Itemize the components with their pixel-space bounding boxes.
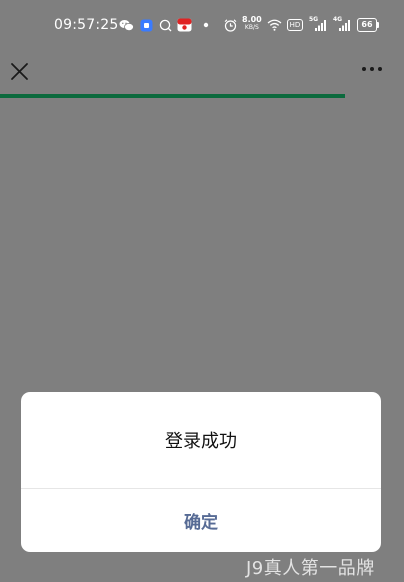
battery-icon: 66 [357,18,379,32]
app-blue-icon [139,17,153,33]
close-icon [11,63,28,80]
alarm-icon [223,17,237,33]
close-button[interactable] [6,56,34,84]
confirm-button[interactable]: 确定 [21,489,381,552]
success-dialog: 登录成功 确定 [21,392,381,552]
wifi-icon [266,17,282,33]
progress-fill [0,94,346,98]
hd-badge: HD [286,17,304,33]
red-app-icon [176,17,192,33]
watermark-text: J9真人第一品牌 [246,558,375,579]
dialog-message: 登录成功 [165,431,237,452]
more-button[interactable] [358,58,386,80]
status-bar: 09:57:25 8.00 KB/S HD 5G 4G 66 [0,0,404,52]
page-load-progress [0,94,404,98]
signal-icon: 5G [309,17,327,33]
chat-bubble-icon [158,17,172,33]
net-speed-value: 8.00 [242,15,262,24]
signal-icon: 4G [333,17,351,33]
net-speed-unit: KB/S [244,24,259,31]
signal-1-label: 5G [309,16,319,23]
hd-badge-label: HD [286,19,304,31]
status-time: 09:57:25 [54,17,119,33]
wechat-icon [118,17,134,33]
dot-icon [202,17,210,33]
net-speed: 8.00 KB/S [242,16,262,32]
signal-2-label: 4G [333,16,343,23]
nav-bar [0,52,404,94]
more-dots-icon [362,67,382,71]
